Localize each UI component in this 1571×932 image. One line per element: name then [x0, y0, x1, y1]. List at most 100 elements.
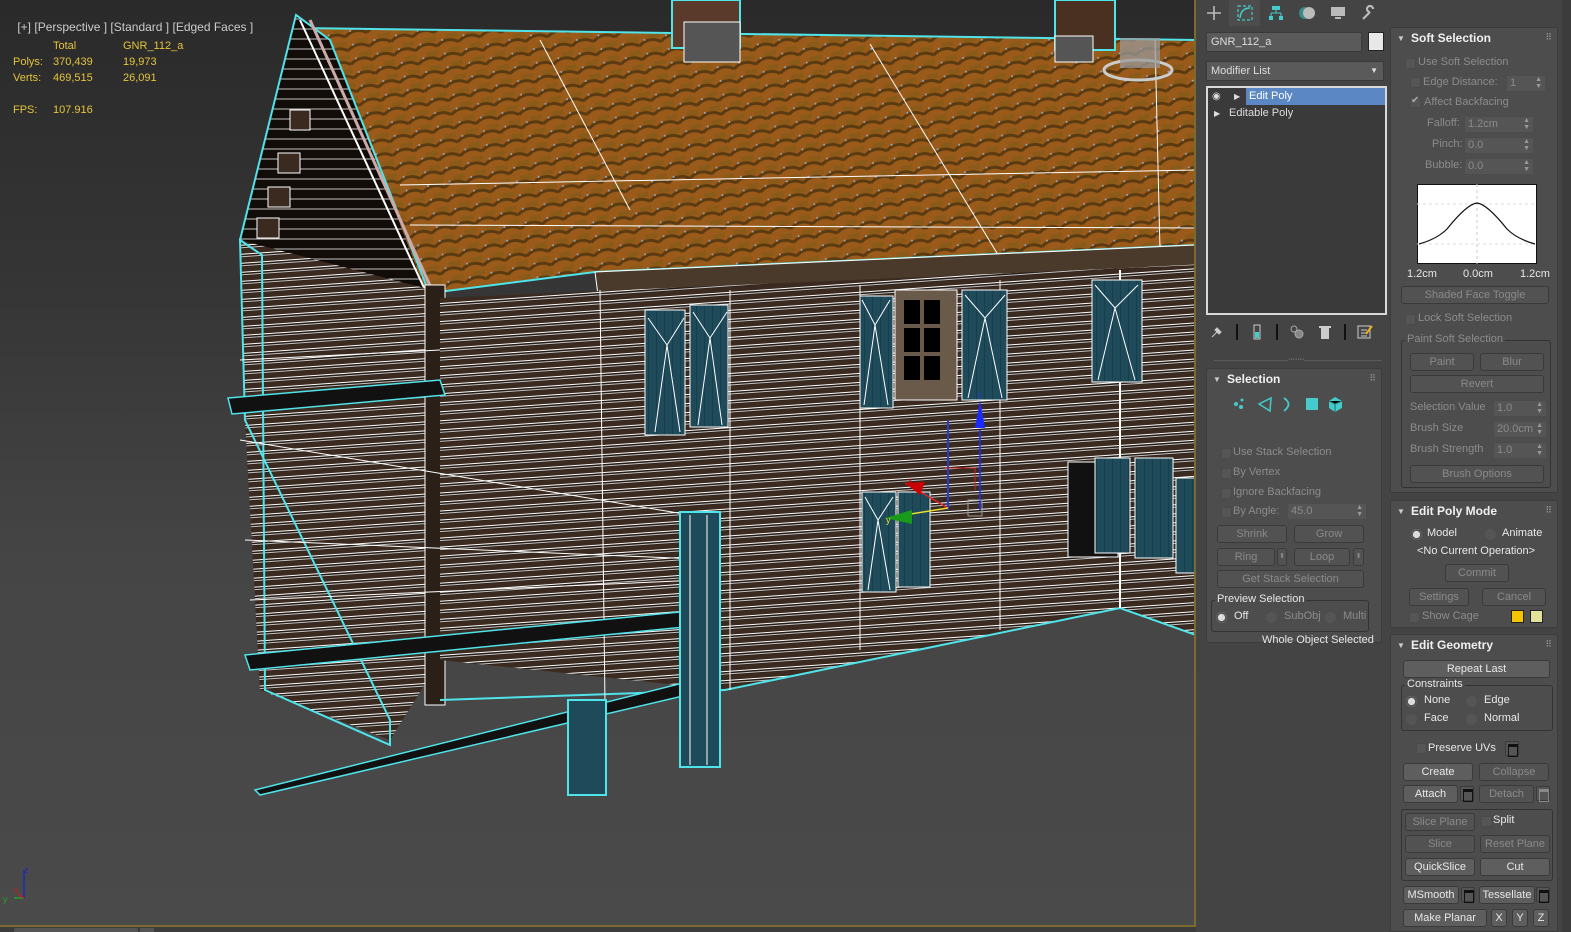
constraint-face-radio[interactable] — [1406, 714, 1417, 725]
cage-color-swatch[interactable] — [1511, 610, 1524, 623]
make-unique-button[interactable] — [1288, 323, 1306, 341]
slice-plane-button[interactable]: Slice Plane — [1405, 813, 1475, 831]
paint-button[interactable]: Paint — [1410, 353, 1474, 371]
repeat-last-button[interactable]: Repeat Last — [1403, 660, 1550, 678]
brush-size-spinner[interactable]: 20.0cm ▲ ▼ — [1493, 421, 1547, 438]
expand-arrow-icon[interactable]: ▶ — [1214, 105, 1220, 122]
element-icon[interactable] — [1328, 397, 1343, 412]
reset-plane-button[interactable]: Reset Plane — [1480, 835, 1550, 853]
preview-subobj-radio[interactable] — [1266, 612, 1277, 623]
edge-icon[interactable] — [1257, 396, 1272, 413]
create-button[interactable]: Create — [1403, 763, 1473, 781]
constraint-normal-radio[interactable] — [1466, 714, 1477, 725]
viewport-shading-mode-menu[interactable]: [Edged Faces ] — [172, 20, 253, 34]
edge-distance-spinner[interactable]: 1 ▲ ▼ — [1506, 75, 1546, 92]
object-color-swatch[interactable] — [1368, 32, 1384, 51]
tab-create[interactable] — [1198, 0, 1229, 26]
ring-button[interactable]: Ring — [1217, 548, 1275, 566]
perspective-viewport[interactable]: x y z [+] [Perspective ] [Standard ] [Ed… — [0, 0, 1196, 932]
viewport-shading-standard-menu[interactable]: [Standard ] — [110, 20, 169, 34]
preview-off-radio[interactable] — [1216, 612, 1227, 623]
falloff-spinner[interactable]: 1.2cm ▲ ▼ — [1464, 116, 1534, 133]
tab-motion[interactable] — [1291, 0, 1322, 26]
stack-item-editable-poly[interactable]: ▶ Editable Poly — [1208, 105, 1385, 122]
ignore-backfacing-checkbox[interactable] — [1221, 488, 1232, 499]
msmooth-button[interactable]: MSmooth — [1403, 886, 1459, 904]
detach-settings-button[interactable] — [1536, 786, 1550, 802]
selection-rollout-header[interactable]: ▼ Selection ⠿ — [1207, 369, 1381, 391]
brush-strength-spinner[interactable]: 1.0 ▲ ▼ — [1493, 442, 1547, 459]
show-cage-checkbox[interactable] — [1409, 612, 1420, 623]
make-planar-button[interactable]: Make Planar — [1403, 909, 1487, 927]
split-checkbox[interactable] — [1481, 816, 1492, 827]
collapse-button[interactable]: Collapse — [1479, 763, 1549, 781]
preserve-uvs-settings-button[interactable] — [1505, 741, 1519, 757]
resize-grip-icon[interactable]: ······· — [1288, 356, 1304, 363]
polygon-icon[interactable] — [1306, 398, 1318, 410]
viewport-general-menu[interactable]: [+] — [17, 20, 31, 34]
modifier-stack[interactable]: ◉ ▶ Edit Poly ▶ Editable Poly — [1206, 86, 1387, 315]
edge-distance-checkbox[interactable] — [1410, 77, 1421, 88]
use-stack-selection-checkbox[interactable] — [1221, 448, 1232, 459]
3d-scene[interactable]: x y z — [0, 0, 1196, 932]
loop-button[interactable]: Loop — [1294, 548, 1350, 566]
command-panel-scrollbar[interactable] — [1562, 0, 1571, 932]
pin-stack-button[interactable] — [1208, 323, 1226, 341]
affect-backfacing-checkbox[interactable] — [1410, 95, 1421, 108]
object-name-input[interactable] — [1206, 32, 1362, 52]
make-planar-x-button[interactable]: X — [1491, 909, 1507, 927]
constraint-none-radio[interactable] — [1406, 696, 1417, 707]
preview-multi-radio[interactable] — [1325, 612, 1336, 623]
drag-handle-icon[interactable]: ⠿ — [1545, 505, 1552, 516]
slice-button[interactable]: Slice — [1405, 835, 1475, 853]
msmooth-settings-button[interactable] — [1461, 887, 1475, 903]
configure-modifier-sets-button[interactable] — [1356, 323, 1374, 341]
selection-value-spinner[interactable]: 1.0 ▲ ▼ — [1493, 400, 1547, 417]
make-planar-z-button[interactable]: Z — [1533, 909, 1549, 927]
edit-geometry-rollout-header[interactable]: ▼ Edit Geometry ⠿ — [1391, 635, 1557, 657]
cage-selected-color-swatch[interactable] — [1530, 610, 1543, 623]
show-end-result-button[interactable] — [1248, 323, 1266, 341]
blur-button[interactable]: Blur — [1480, 353, 1544, 371]
loop-spinner[interactable]: ⬍ — [1353, 548, 1364, 566]
modifier-list-dropdown[interactable]: Modifier List ▼ — [1206, 61, 1384, 81]
drag-handle-icon[interactable]: ⠿ — [1545, 32, 1552, 43]
attach-list-button[interactable] — [1460, 786, 1474, 802]
make-planar-y-button[interactable]: Y — [1512, 909, 1528, 927]
bubble-spinner[interactable]: 0.0 ▲ ▼ — [1464, 158, 1534, 175]
commit-button[interactable]: Commit — [1445, 564, 1509, 582]
animate-radio[interactable] — [1485, 529, 1496, 540]
by-angle-checkbox[interactable] — [1221, 507, 1232, 518]
soft-selection-rollout-header[interactable]: ▼ Soft Selection ⠿ — [1391, 28, 1557, 50]
drag-handle-icon[interactable]: ⠿ — [1369, 373, 1376, 384]
detach-button[interactable]: Detach — [1479, 785, 1534, 803]
drag-handle-icon[interactable]: ⠿ — [1545, 639, 1552, 650]
tab-modify[interactable] — [1229, 0, 1260, 26]
vertex-icon[interactable] — [1234, 398, 1244, 410]
get-stack-selection-button[interactable]: Get Stack Selection — [1217, 570, 1364, 588]
cancel-button[interactable]: Cancel — [1482, 588, 1546, 606]
preserve-uvs-checkbox[interactable] — [1416, 743, 1427, 754]
model-radio[interactable] — [1411, 529, 1422, 540]
attach-button[interactable]: Attach — [1403, 785, 1458, 803]
edit-poly-mode-rollout-header[interactable]: ▼ Edit Poly Mode ⠿ — [1391, 501, 1557, 523]
eye-icon[interactable]: ◉ — [1212, 88, 1226, 105]
use-soft-selection-checkbox[interactable] — [1405, 58, 1416, 69]
shrink-button[interactable]: Shrink — [1217, 525, 1287, 543]
tab-hierarchy[interactable] — [1260, 0, 1291, 26]
tessellate-button[interactable]: Tessellate — [1479, 886, 1535, 904]
quickslice-button[interactable]: QuickSlice — [1405, 858, 1475, 876]
ring-spinner[interactable]: ⬍ — [1277, 548, 1287, 566]
cut-button[interactable]: Cut — [1480, 858, 1550, 876]
viewport-scroll-strip[interactable] — [0, 927, 1196, 932]
tab-display[interactable] — [1322, 0, 1353, 26]
viewport-pov-menu[interactable]: [Perspective ] — [34, 20, 107, 34]
remove-modifier-button[interactable] — [1316, 323, 1334, 341]
tessellate-settings-button[interactable] — [1536, 887, 1550, 903]
constraint-edge-radio[interactable] — [1466, 696, 1477, 707]
tab-utilities[interactable] — [1353, 0, 1384, 26]
border-icon[interactable] — [1283, 397, 1290, 412]
by-angle-spinner[interactable]: 45.0 ▲ ▼ — [1287, 503, 1367, 520]
stack-item-edit-poly[interactable]: ◉ ▶ Edit Poly — [1208, 88, 1385, 105]
expand-arrow-icon[interactable]: ▶ — [1234, 88, 1240, 105]
